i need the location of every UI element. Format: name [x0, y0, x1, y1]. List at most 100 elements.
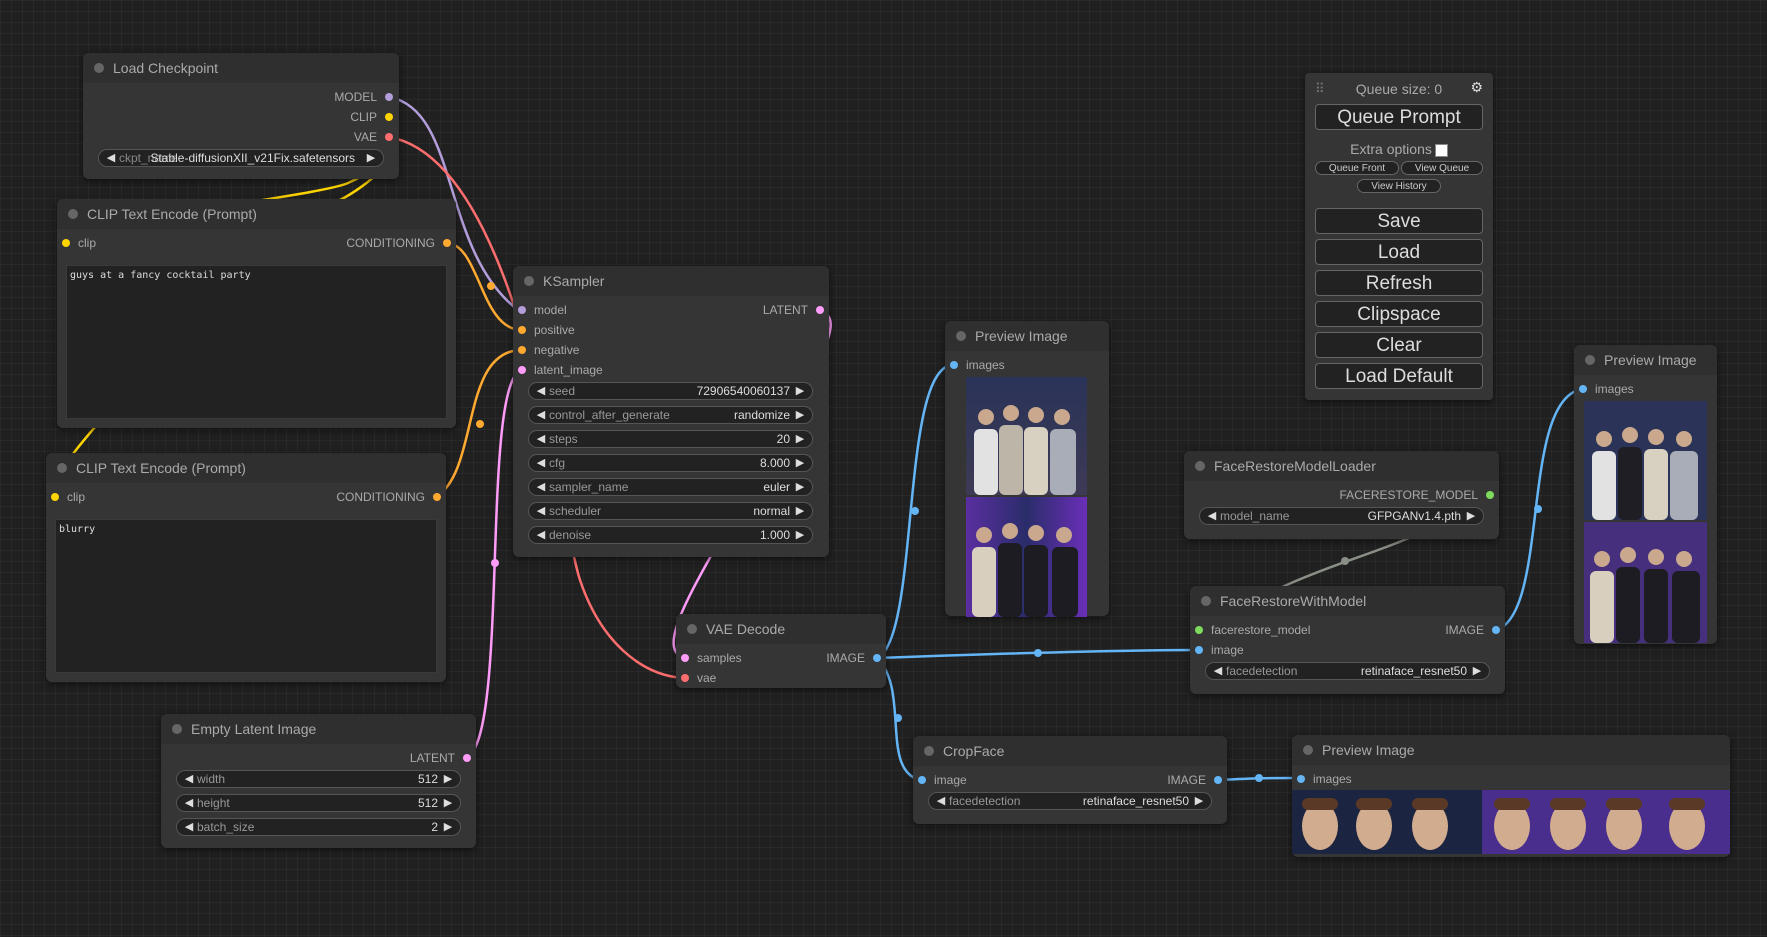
node-clip-text-encode-positive[interactable]: CLIP Text Encode (Prompt) clip CONDITION… [57, 199, 456, 428]
widget-facedetection[interactable]: ◀ facedetection retinaface_resnet50 ▶ [928, 792, 1212, 810]
pin-image[interactable] [1195, 646, 1203, 654]
collapse-dot[interactable] [524, 276, 534, 286]
input-facerestore-model[interactable]: facerestore_model [1195, 623, 1310, 637]
widget-facedetection[interactable]: ◀ facedetection retinaface_resnet50 ▶ [1205, 662, 1490, 680]
arrow-right-icon[interactable]: ▶ [793, 479, 807, 495]
input-vae[interactable]: vae [681, 671, 716, 685]
pin-vae[interactable] [681, 674, 689, 682]
arrow-left-icon[interactable]: ◀ [534, 503, 548, 519]
widget-model-name[interactable]: ◀ model_name GFPGANv1.4.pth ▶ [1199, 507, 1484, 525]
clear-button[interactable]: Clear [1315, 332, 1483, 358]
widget-cfg[interactable]: ◀ cfg 8.000 ▶ [528, 454, 813, 472]
node-face-restore-model-loader[interactable]: FaceRestoreModelLoader FACERESTORE_MODEL… [1184, 451, 1499, 539]
pin-latent[interactable] [463, 754, 471, 762]
output-model[interactable]: MODEL [334, 90, 393, 104]
node-title[interactable]: KSampler [513, 266, 829, 296]
pin-image[interactable] [873, 654, 881, 662]
pin-clip[interactable] [385, 113, 393, 121]
pin-images[interactable] [950, 361, 958, 369]
arrow-left-icon[interactable]: ◀ [182, 795, 196, 811]
node-title[interactable]: VAE Decode [676, 614, 886, 644]
arrow-left-icon[interactable]: ◀ [1211, 663, 1225, 679]
output-clip[interactable]: CLIP [350, 110, 393, 124]
output-facerestore-model[interactable]: FACERESTORE_MODEL [1340, 488, 1494, 502]
input-images[interactable]: images [1579, 382, 1634, 396]
arrow-left-icon[interactable]: ◀ [182, 819, 196, 835]
pin-negative[interactable] [518, 346, 526, 354]
pin-latent-image[interactable] [518, 366, 526, 374]
pin-positive[interactable] [518, 326, 526, 334]
arrow-left-icon[interactable]: ◀ [534, 527, 548, 543]
pin-model[interactable] [385, 93, 393, 101]
input-clip[interactable]: clip [62, 236, 96, 250]
arrow-right-icon[interactable]: ▶ [793, 431, 807, 447]
pin-facerestore-model[interactable] [1486, 491, 1494, 499]
queue-front-button[interactable]: Queue Front [1315, 161, 1399, 175]
pin-latent[interactable] [816, 306, 824, 314]
collapse-dot[interactable] [1201, 596, 1211, 606]
collapse-dot[interactable] [57, 463, 67, 473]
collapse-dot[interactable] [1195, 461, 1205, 471]
arrow-right-icon[interactable]: ▶ [793, 503, 807, 519]
arrow-left-icon[interactable]: ◀ [1205, 508, 1219, 524]
pin-model[interactable] [518, 306, 526, 314]
output-latent[interactable]: LATENT [763, 303, 824, 317]
node-clip-text-encode-negative[interactable]: CLIP Text Encode (Prompt) clip CONDITION… [46, 453, 446, 682]
pin-clip[interactable] [62, 239, 70, 247]
pin-conditioning[interactable] [443, 239, 451, 247]
output-conditioning[interactable]: CONDITIONING [336, 490, 441, 504]
pin-images[interactable] [1579, 385, 1587, 393]
input-images[interactable]: images [950, 358, 1005, 372]
arrow-right-icon[interactable]: ▶ [793, 455, 807, 471]
pin-vae[interactable] [385, 133, 393, 141]
node-face-restore-with-model[interactable]: FaceRestoreWithModel facerestore_model i… [1190, 586, 1505, 694]
widget-denoise[interactable]: ◀ denoise 1.000 ▶ [528, 526, 813, 544]
input-negative[interactable]: negative [518, 343, 579, 357]
arrow-right-icon[interactable]: ▶ [441, 795, 455, 811]
node-empty-latent-image[interactable]: Empty Latent Image LATENT ◀ width 512 ▶ ◀ he… [161, 714, 476, 848]
node-title[interactable]: CLIP Text Encode (Prompt) [57, 199, 456, 229]
node-title[interactable]: FaceRestoreWithModel [1190, 586, 1505, 616]
pin-images[interactable] [1297, 775, 1305, 783]
gear-icon[interactable]: ⚙ [1470, 79, 1483, 96]
pin-image[interactable] [918, 776, 926, 784]
collapse-dot[interactable] [956, 331, 966, 341]
widget-control-after-generate[interactable]: ◀ control_after_generate randomize ▶ [528, 406, 813, 424]
arrow-right-icon[interactable]: ▶ [364, 150, 378, 166]
widget-seed[interactable]: ◀ seed 72906540060137 ▶ [528, 382, 813, 400]
pin-facerestore-model[interactable] [1195, 626, 1203, 634]
view-queue-button[interactable]: View Queue [1401, 161, 1483, 175]
pin-conditioning[interactable] [433, 493, 441, 501]
node-title[interactable]: Preview Image [1292, 735, 1730, 765]
arrow-right-icon[interactable]: ▶ [793, 407, 807, 423]
node-preview-image-2[interactable]: Preview Image images [1574, 345, 1717, 644]
view-history-button[interactable]: View History [1357, 179, 1441, 193]
node-ksampler[interactable]: KSampler model positive negative latent_… [513, 266, 829, 557]
arrow-left-icon[interactable]: ◀ [182, 771, 196, 787]
arrow-left-icon[interactable]: ◀ [534, 383, 548, 399]
arrow-left-icon[interactable]: ◀ [534, 407, 548, 423]
clipspace-button[interactable]: Clipspace [1315, 301, 1483, 327]
input-images[interactable]: images [1297, 772, 1352, 786]
arrow-left-icon[interactable]: ◀ [104, 150, 118, 166]
collapse-dot[interactable] [172, 724, 182, 734]
arrow-right-icon[interactable]: ▶ [441, 819, 455, 835]
arrow-left-icon[interactable]: ◀ [534, 455, 548, 471]
output-vae[interactable]: VAE [354, 130, 393, 144]
widget-batch-size[interactable]: ◀ batch_size 2 ▶ [176, 818, 461, 836]
input-positive[interactable]: positive [518, 323, 575, 337]
widget-steps[interactable]: ◀ steps 20 ▶ [528, 430, 813, 448]
node-title[interactable]: CLIP Text Encode (Prompt) [46, 453, 446, 483]
node-preview-image-3[interactable]: Preview Image images [1292, 735, 1730, 857]
node-load-checkpoint[interactable]: Load Checkpoint MODEL CLIP VAE ◀ ckpt_na… [83, 53, 399, 179]
arrow-right-icon[interactable]: ▶ [1192, 793, 1206, 809]
input-latent-image[interactable]: latent_image [518, 363, 603, 377]
load-button[interactable]: Load [1315, 239, 1483, 265]
node-crop-face[interactable]: CropFace image IMAGE ◀ facedetection retin… [913, 736, 1227, 824]
pin-clip[interactable] [51, 493, 59, 501]
node-vae-decode[interactable]: VAE Decode samples vae IMAGE [676, 614, 886, 688]
save-button[interactable]: Save [1315, 208, 1483, 234]
input-image[interactable]: image [1195, 643, 1244, 657]
collapse-dot[interactable] [1303, 745, 1313, 755]
collapse-dot[interactable] [68, 209, 78, 219]
